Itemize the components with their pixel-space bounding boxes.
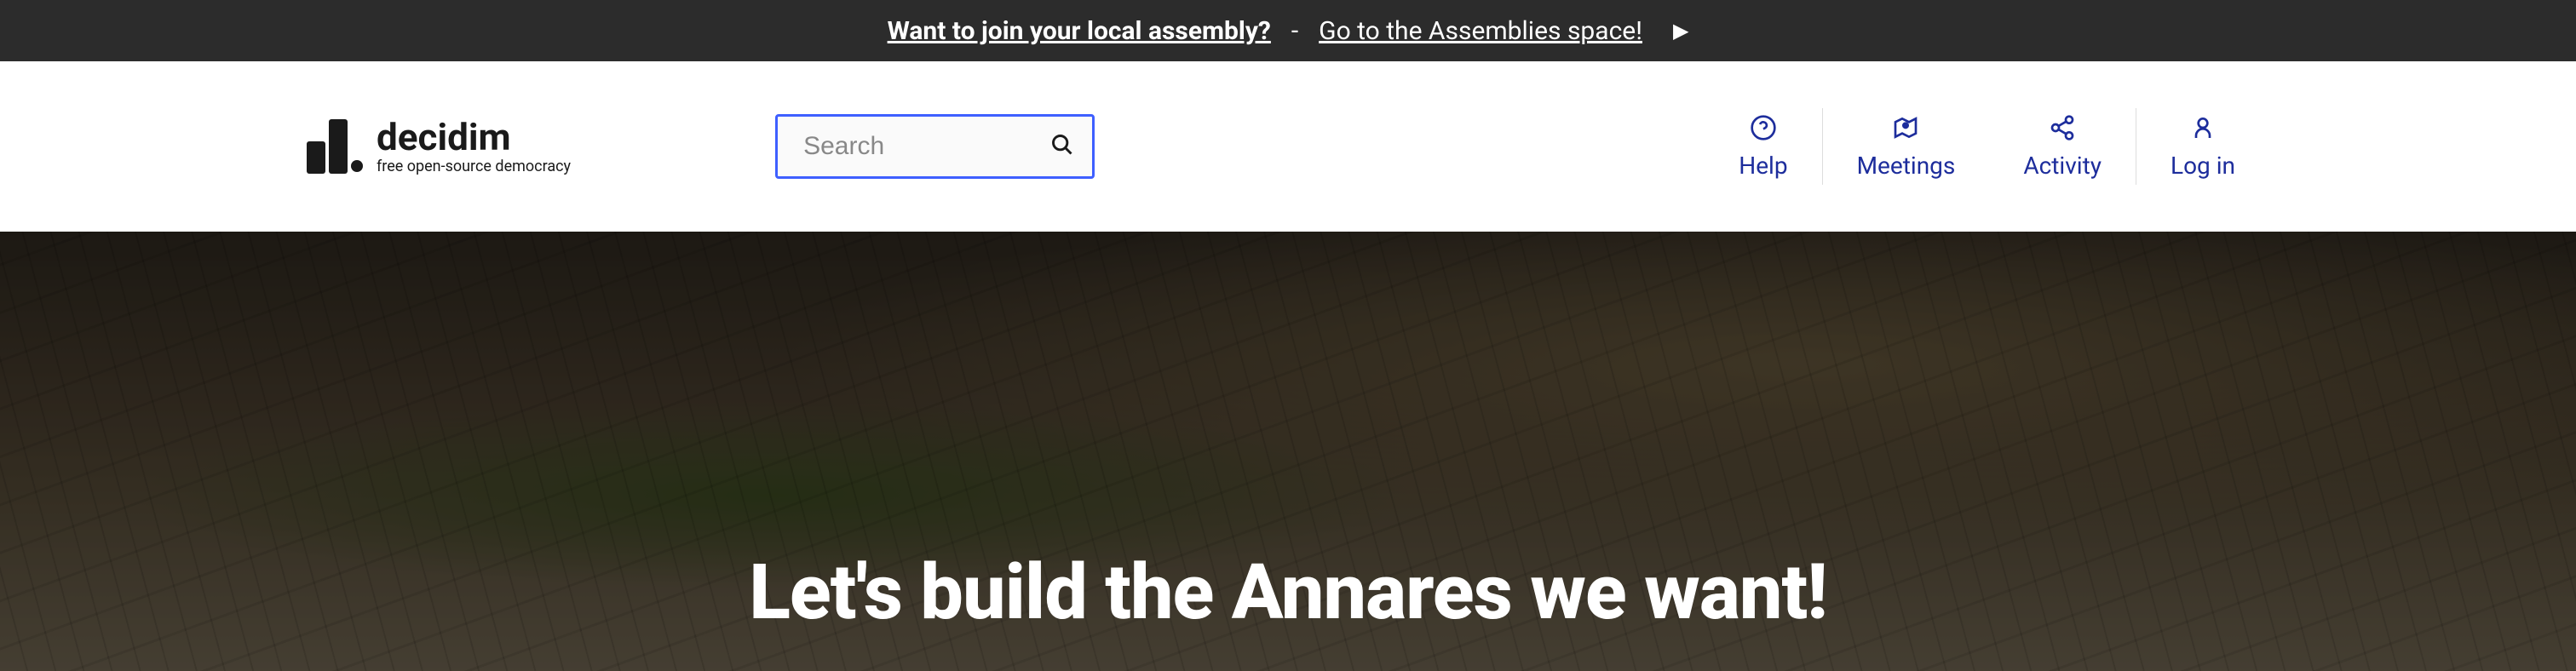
main-header: decidim free open-source democracy Help [0,61,2576,232]
announcement-question-link[interactable]: Want to join your local assembly? [888,16,1271,46]
announcement-bar: Want to join your local assembly? - Go t… [0,0,2576,61]
nav-login[interactable]: Log in [2136,100,2269,193]
activity-icon [2049,114,2076,141]
nav-activity[interactable]: Activity [1989,100,2136,193]
help-icon [1750,114,1777,141]
nav-meetings[interactable]: Meetings [1823,100,1990,193]
nav-activity-label: Activity [2023,152,2102,180]
nav-items: Help Meetings [1705,100,2269,193]
user-icon [2189,114,2217,141]
hero-title: Let's build the Annares we want! [749,548,1827,637]
nav-meetings-label: Meetings [1857,152,1956,180]
search-input[interactable] [775,114,1095,179]
logo-link[interactable]: decidim free open-source democracy [307,118,571,175]
hero-section: Let's build the Annares we want! [0,232,2576,671]
announcement-divider: - [1291,16,1298,46]
play-icon[interactable]: ▶ [1673,19,1688,43]
map-pin-icon [1892,114,1919,141]
nav-help-label: Help [1739,152,1787,180]
nav-help[interactable]: Help [1705,100,1821,193]
search-container [775,114,1095,179]
logo-mark [307,119,363,174]
nav-login-label: Log in [2171,152,2235,180]
logo-name: decidim [377,118,571,156]
announcement-cta-link[interactable]: Go to the Assemblies space! [1319,16,1642,46]
logo-tagline: free open-source democracy [377,158,571,175]
